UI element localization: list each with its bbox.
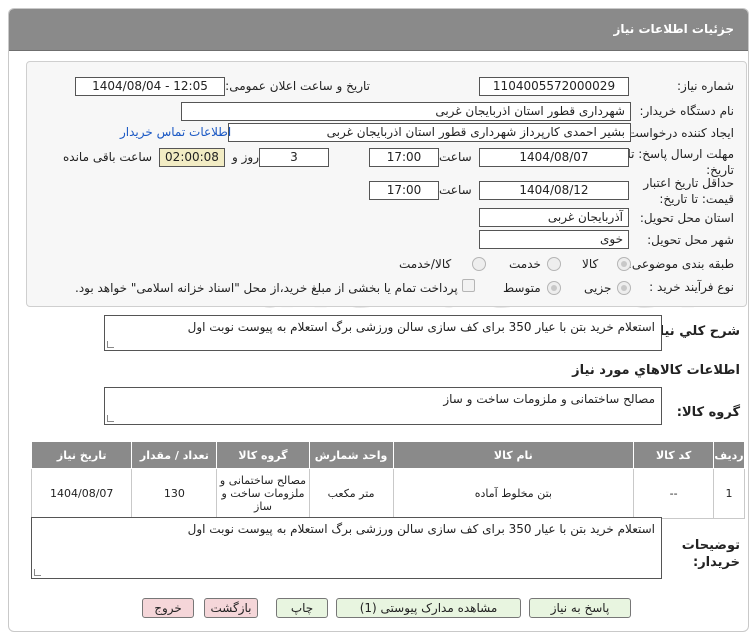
process-medium-label: متوسط (503, 281, 541, 295)
table-row: 1 -- بتن مخلوط آماده متر مکعب مصالح ساخت… (30, 468, 745, 519)
col-row: ردیف (713, 441, 745, 469)
buyer-notes-textarea[interactable]: استعلام خرید بتن با عیار 350 برای کف ساز… (31, 517, 662, 579)
goods-info-heading: اطلاعات كالاهاي مورد نياز (572, 363, 740, 378)
col-quantity: تعداد / مقدار (131, 441, 218, 469)
back-button[interactable]: بازگشت (204, 598, 258, 618)
treasury-payment-checkbox[interactable] (462, 279, 475, 292)
buyer-org-label: نام دستگاه خریدار: (639, 104, 735, 118)
goods-group-textarea[interactable]: مصالح ساختمانی و ملزومات ساخت و ساز (104, 387, 662, 425)
reply-deadline-label: مهلت ارسال پاسخ: تا تاریخ: (627, 147, 734, 177)
category-service-label: خدمت (509, 257, 541, 271)
buyer-notes-label: توضیحات خریدار: (681, 538, 740, 570)
resize-grip-icon[interactable] (34, 569, 41, 576)
need-details-panel: جزئیات اطلاعات نیاز AriaTender.neT شماره… (8, 8, 749, 632)
validity-date-field: 1404/08/12 (479, 181, 629, 200)
price-validity-label: حداقل تاریخ اعتبار قیمت: تا تاریخ: (643, 176, 734, 206)
process-minor-radio[interactable] (617, 281, 631, 295)
cell-quantity: 130 (131, 468, 218, 519)
exit-button[interactable]: خروج (142, 598, 194, 618)
announce-datetime-field: 1404/08/04 - 12:05 (75, 77, 225, 96)
cell-group: مصالح ساختمانی و ملزومات ساخت و ساز (216, 468, 310, 519)
process-label: نوع فرآیند خرید : (649, 280, 734, 294)
col-group: گروه کالا (216, 441, 310, 469)
goods-group-text: مصالح ساختمانی و ملزومات ساخت و ساز (443, 392, 655, 406)
col-name: نام کالا (392, 441, 635, 469)
process-medium-radio[interactable] (547, 281, 561, 295)
cell-need-date: 1404/08/07 (30, 468, 133, 519)
cell-unit: متر مکعب (308, 468, 394, 519)
panel-header: جزئیات اطلاعات نیاز (9, 9, 748, 51)
need-number-field: 1104005572000029 (479, 77, 629, 96)
category-goods-service-radio[interactable] (472, 257, 486, 271)
category-goods-radio[interactable] (617, 257, 631, 271)
col-unit: واحد شمارش (308, 441, 394, 469)
buyer-notes-text: استعلام خرید بتن با عیار 350 برای کف ساز… (187, 522, 655, 536)
category-label: طبقه بندی موضوعی: (627, 257, 734, 271)
print-button[interactable]: چاپ (276, 598, 328, 618)
province-field: آذربایجان غربی (479, 208, 629, 227)
category-service-radio[interactable] (547, 257, 561, 271)
province-label: استان محل تحویل: (639, 211, 734, 225)
goods-group-label: گروه كالا: (676, 405, 740, 420)
reply-button[interactable]: پاسخ به نیاز (529, 598, 631, 618)
process-minor-label: جزیی (584, 281, 612, 295)
general-desc-textarea[interactable]: استعلام خرید بتن با عیار 350 برای کف ساز… (104, 315, 662, 351)
general-desc-text: استعلام خرید بتن با عیار 350 برای کف ساز… (187, 320, 655, 334)
resize-grip-icon[interactable] (107, 415, 114, 422)
buyer-org-field: شهرداری قطور استان اذربایجان غربی (181, 102, 631, 121)
goods-table: ردیف کد کالا نام کالا واحد شمارش گروه کا… (30, 441, 745, 519)
requester-label: ایجاد کننده درخواست: (623, 126, 734, 140)
requester-field: بشیر احمدی کارپرداز شهرداری قطور استان ا… (228, 123, 631, 142)
remaining-time-field: 02:00:08 (159, 148, 225, 167)
reply-time-label: ساعت (439, 150, 472, 164)
attachments-button[interactable]: مشاهده مدارک پیوستی (1) (336, 598, 521, 618)
table-header-row: ردیف کد کالا نام کالا واحد شمارش گروه کا… (30, 441, 745, 469)
need-number-label: شماره نیاز: (677, 79, 734, 93)
validity-time-field: 17:00 (369, 181, 439, 200)
info-box: شماره نیاز: 1104005572000029 تاریخ و ساع… (26, 61, 747, 307)
cell-name: بتن مخلوط آماده (392, 468, 635, 519)
category-goods-service-label: کالا/خدمت (399, 257, 452, 271)
col-code: کد کالا (633, 441, 715, 469)
reply-date-field: 1404/08/07 (479, 148, 629, 167)
cell-code: -- (633, 468, 715, 519)
buyer-contact-link[interactable]: اطلاعات تماس خریدار (120, 125, 231, 139)
treasury-payment-label: پرداخت تمام یا بخشی از مبلغ خرید،از محل … (75, 281, 458, 295)
validity-time-label: ساعت (439, 183, 472, 197)
category-goods-label: کالا (582, 257, 599, 271)
city-field: خوی (479, 230, 629, 249)
days-remaining-field: 3 (259, 148, 329, 167)
reply-time-field: 17:00 (369, 148, 439, 167)
day-and-label: روز و (232, 150, 259, 164)
remaining-label: ساعت باقی مانده (63, 150, 153, 164)
resize-grip-icon[interactable] (107, 341, 114, 348)
city-label: شهر محل تحویل: (647, 233, 734, 247)
col-need-date: تاریخ نیاز (30, 441, 133, 469)
cell-row: 1 (713, 468, 745, 519)
panel-title: جزئیات اطلاعات نیاز (613, 22, 734, 36)
announce-datetime-label: تاریخ و ساعت اعلان عمومی: (225, 79, 370, 93)
